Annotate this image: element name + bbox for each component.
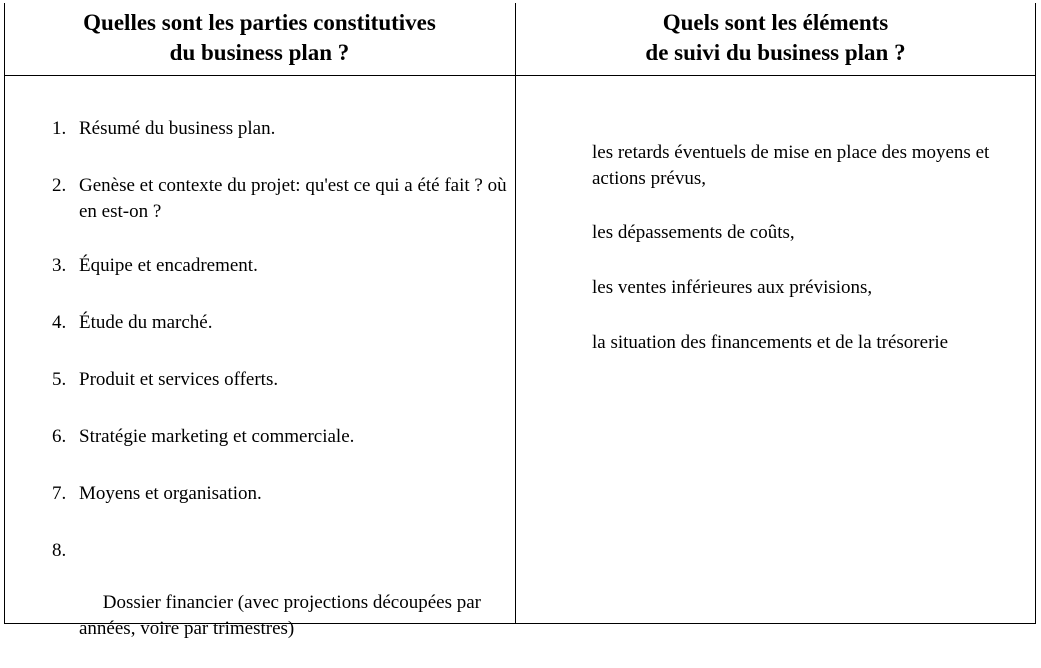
right-column-heading: Quels sont les éléments de suivi du busi…	[516, 8, 1035, 72]
item-text: Stratégie marketing et commerciale.	[79, 426, 355, 447]
item-text: Équipe et encadrement.	[79, 255, 258, 276]
list-item: les dépassements de coûts,	[592, 222, 795, 243]
list-item: les ventes inférieures aux prévisions,	[592, 277, 873, 298]
item-text: Étude du marché.	[79, 312, 213, 333]
item-number: 1.	[52, 118, 67, 139]
column-divider	[515, 3, 516, 624]
item-number: 6.	[52, 426, 67, 447]
item-number: 4.	[52, 312, 67, 333]
list-item: 4. Étude du marché.	[52, 310, 512, 336]
list-item: la situation des financements et de la t…	[592, 332, 949, 353]
list-item: 8. Dossier financier (avec projections d…	[52, 538, 509, 668]
item-number: 2.	[52, 175, 67, 196]
item-number: 7.	[52, 483, 67, 504]
item-number: 5.	[52, 369, 67, 390]
left-heading-line-1: Quelles sont les parties constitutives	[83, 10, 436, 35]
list-item: 2. Genèse et contexte du projet: qu'est …	[52, 173, 509, 225]
list-item: 3. Équipe et encadrement.	[52, 253, 512, 279]
list-item: 1. Résumé du business plan.	[52, 116, 512, 142]
business-plan-parts-list: 1. Résumé du business plan. 2. Genèse et…	[52, 116, 512, 668]
list-item: 6. Stratégie marketing et commerciale.	[52, 424, 512, 450]
list-item: 5. Produit et services offerts.	[52, 367, 512, 393]
item-number: 3.	[52, 255, 67, 276]
list-item: les retards éventuels de mise en place d…	[592, 142, 990, 189]
right-heading-line-2: de suivi du business plan ?	[645, 40, 906, 65]
item-number: 8.	[52, 540, 67, 561]
left-column-heading: Quelles sont les parties constitutives d…	[4, 8, 515, 72]
header-divider	[4, 75, 1036, 76]
business-plan-monitoring-list: les retards éventuels de mise en place d…	[592, 140, 1012, 356]
list-item: 7. Moyens et organisation.	[52, 481, 512, 507]
right-heading-line-1: Quels sont les éléments	[662, 10, 889, 35]
item-text: Produit et services offerts.	[79, 369, 279, 390]
item-text: Genèse et contexte du projet: qu'est ce …	[79, 175, 507, 222]
item-text: Résumé du business plan.	[79, 118, 276, 139]
item-text: Moyens et organisation.	[79, 483, 262, 504]
item-text: Dossier financier (avec projections déco…	[79, 592, 486, 639]
left-heading-line-2: du business plan ?	[169, 40, 350, 65]
